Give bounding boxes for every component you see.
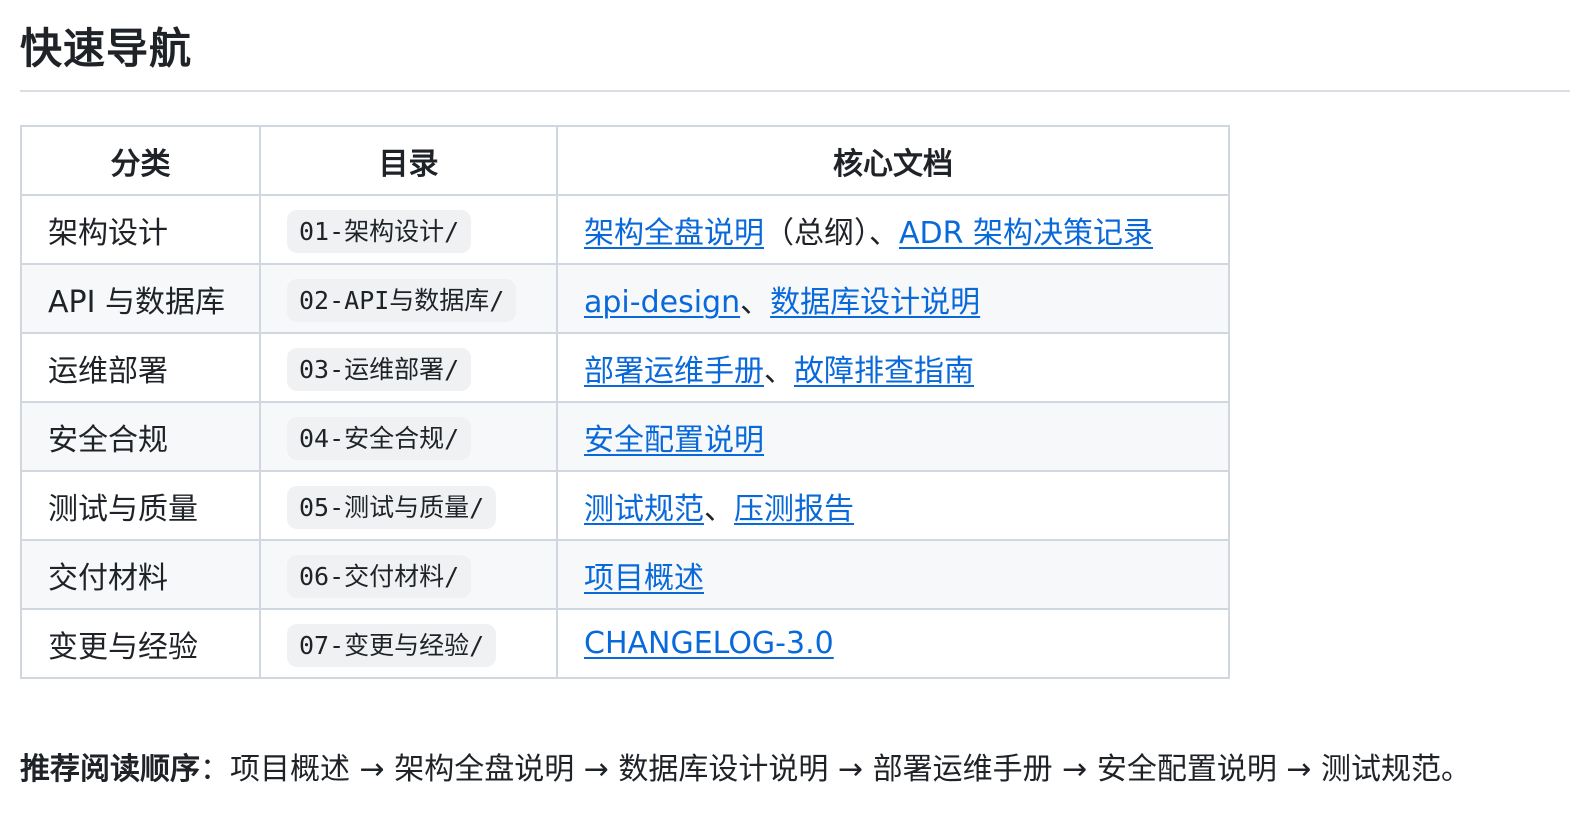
doc-link[interactable]: api-design [584, 285, 740, 320]
reading-order-text: 项目概述 → 架构全盘说明 → 数据库设计说明 → 部署运维手册 → 安全配置说… [230, 752, 1472, 787]
directory-cell: 05-测试与质量/ [259, 470, 558, 541]
core-docs-cell: 部署运维手册、故障排查指南 [556, 332, 1230, 403]
category-cell: 架构设计 [20, 194, 261, 265]
category-cell: 安全合规 [20, 401, 261, 472]
table-row: 运维部署 03-运维部署/部署运维手册、故障排查指南 [20, 332, 1230, 403]
table-row: API 与数据库 02-API与数据库/api-design、数据库设计说明 [20, 263, 1230, 334]
directory-path: 02-API与数据库/ [287, 278, 517, 322]
directory-cell: 07-变更与经验/ [259, 608, 558, 679]
table-row: 安全合规 04-安全合规/安全配置说明 [20, 401, 1230, 472]
doc-link[interactable]: 故障排查指南 [794, 354, 974, 389]
category-cell: 运维部署 [20, 332, 261, 403]
category-cell: 交付材料 [20, 539, 261, 610]
core-docs-cell: 架构全盘说明（总纲）、ADR 架构决策记录 [556, 194, 1230, 265]
directory-cell: 03-运维部署/ [259, 332, 558, 403]
directory-path: 05-测试与质量/ [287, 485, 497, 529]
directory-path: 04-安全合规/ [287, 416, 472, 460]
doc-link[interactable]: 项目概述 [584, 561, 704, 596]
directory-cell: 06-交付材料/ [259, 539, 558, 610]
directory-cell: 01-架构设计/ [259, 194, 558, 265]
table-header-row: 分类 目录 核心文档 [20, 125, 1230, 196]
doc-link[interactable]: 部署运维手册 [584, 354, 764, 389]
core-docs-cell: api-design、数据库设计说明 [556, 263, 1230, 334]
category-cell: 测试与质量 [20, 470, 261, 541]
document-page: 快速导航 分类 目录 核心文档 架构设计 01-架构设计/架构全盘说明（总纲）、A… [20, 0, 1570, 787]
directory-path: 01-架构设计/ [287, 209, 472, 253]
core-docs-cell: CHANGELOG-3.0 [556, 608, 1230, 679]
directory-path: 06-交付材料/ [287, 554, 472, 598]
directory-cell: 02-API与数据库/ [259, 263, 558, 334]
core-docs-cell: 安全配置说明 [556, 401, 1230, 472]
core-docs-cell: 测试规范、压测报告 [556, 470, 1230, 541]
column-header-core-docs: 核心文档 [556, 125, 1230, 196]
doc-separator: 、 [740, 284, 771, 320]
column-header-directory: 目录 [259, 125, 558, 196]
core-docs-cell: 项目概述 [556, 539, 1230, 610]
table-row: 架构设计 01-架构设计/架构全盘说明（总纲）、ADR 架构决策记录 [20, 194, 1230, 265]
reading-order-colon: ： [200, 752, 230, 787]
doc-separator: 、 [704, 491, 734, 527]
doc-link[interactable]: 数据库设计说明 [770, 285, 980, 320]
table-row: 交付材料 06-交付材料/项目概述 [20, 539, 1230, 610]
category-cell: 变更与经验 [20, 608, 261, 679]
doc-link[interactable]: ADR 架构决策记录 [899, 216, 1153, 251]
quick-nav-table: 分类 目录 核心文档 架构设计 01-架构设计/架构全盘说明（总纲）、ADR 架构… [20, 125, 1230, 679]
directory-path: 03-运维部署/ [287, 347, 472, 391]
category-cell: API 与数据库 [20, 263, 261, 334]
doc-link[interactable]: 安全配置说明 [584, 423, 764, 458]
doc-link[interactable]: 架构全盘说明 [584, 216, 764, 251]
recommended-reading-order: 推荐阅读顺序：项目概述 → 架构全盘说明 → 数据库设计说明 → 部署运维手册 … [20, 744, 1471, 788]
doc-link[interactable]: 压测报告 [734, 492, 854, 527]
doc-link[interactable]: 测试规范 [584, 492, 704, 527]
table-row: 变更与经验 07-变更与经验/CHANGELOG-3.0 [20, 608, 1230, 679]
reading-order-label: 推荐阅读顺序 [20, 752, 200, 787]
page-title: 快速导航 [20, 0, 1570, 92]
doc-separator: （总纲）、 [764, 215, 899, 251]
doc-separator: 、 [764, 353, 794, 389]
directory-path: 07-变更与经验/ [287, 623, 497, 667]
table-row: 测试与质量 05-测试与质量/测试规范、压测报告 [20, 470, 1230, 541]
directory-cell: 04-安全合规/ [259, 401, 558, 472]
doc-link[interactable]: CHANGELOG-3.0 [584, 626, 834, 661]
column-header-category: 分类 [20, 125, 261, 196]
